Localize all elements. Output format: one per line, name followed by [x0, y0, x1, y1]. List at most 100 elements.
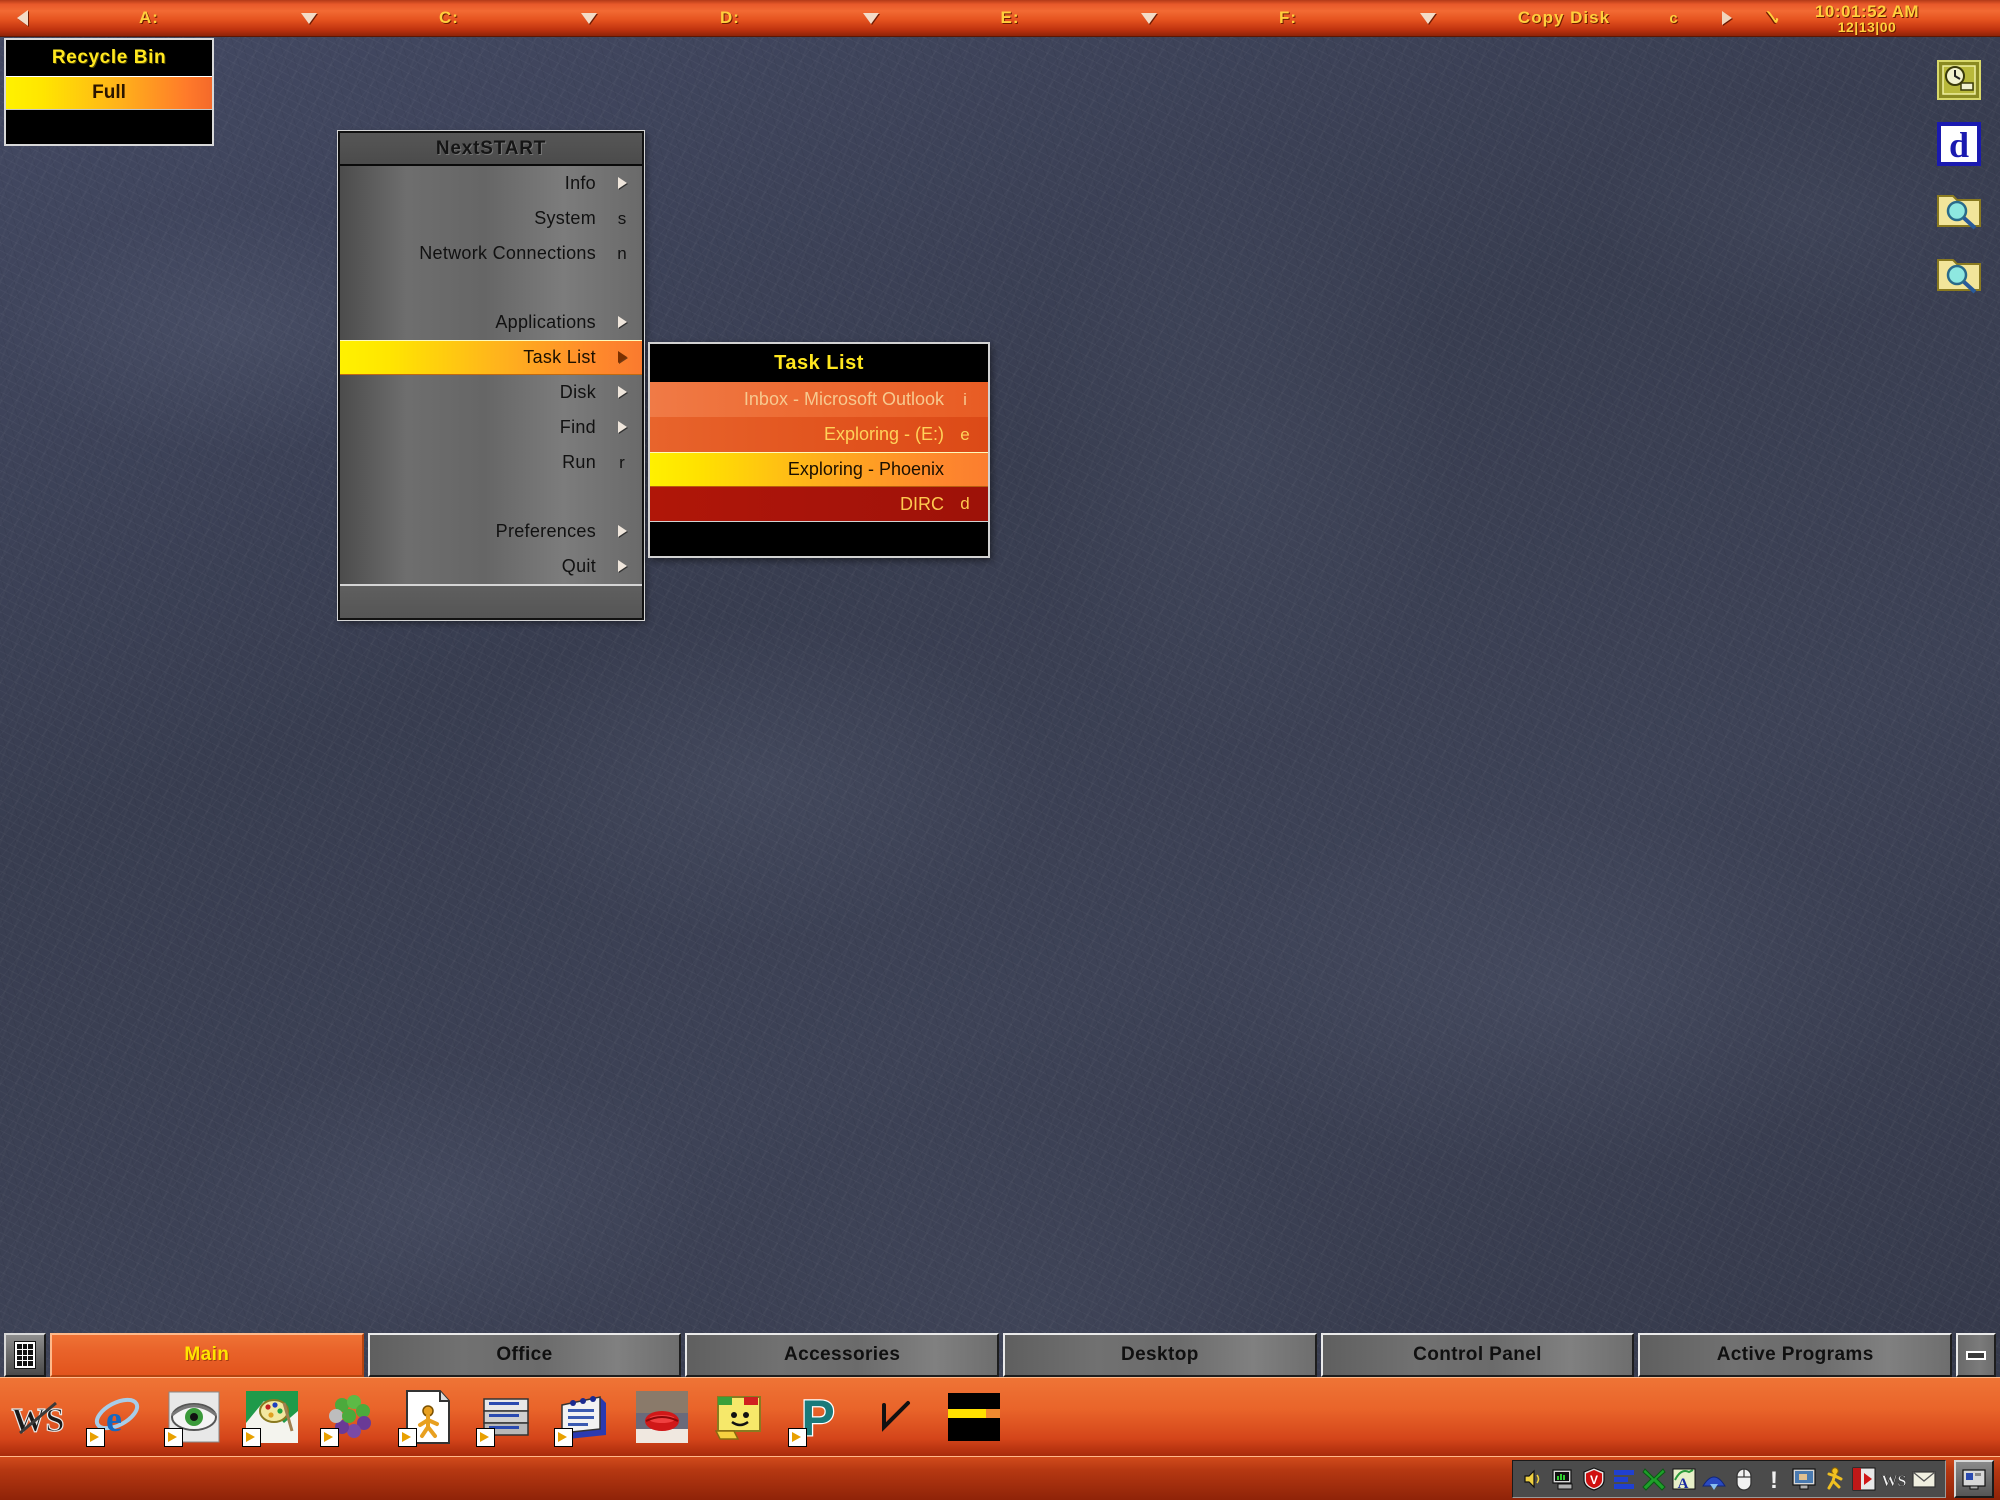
menu-item-run[interactable]: Run r: [340, 445, 642, 480]
eye-viewer-icon[interactable]: [164, 1389, 222, 1447]
display-monitor-icon[interactable]: [1791, 1466, 1817, 1492]
drive-c-menu-button[interactable]: [534, 0, 644, 36]
nextstart-menu: NextSTART Info System s Network Connecti…: [337, 130, 645, 621]
mail-envelope-icon[interactable]: [1911, 1466, 1937, 1492]
dictionary-d-icon[interactable]: d: [1935, 120, 1983, 168]
drive-f-menu-button[interactable]: [1372, 0, 1484, 36]
start-button[interactable]: [4, 1333, 46, 1377]
folder-search-icon-2[interactable]: [1935, 248, 1983, 296]
ws-text-icon[interactable]: WS: [1881, 1466, 1907, 1492]
menu-item-quit-key: [610, 557, 634, 577]
drive-a-menu-button[interactable]: [254, 0, 364, 36]
drive-e-label: E:: [1000, 8, 1020, 27]
menu-item-network-connections-key: n: [617, 243, 627, 263]
drive-f-button[interactable]: F:: [1204, 0, 1372, 36]
menu-item-disk-label: Disk: [559, 382, 596, 402]
drive-d-menu-button[interactable]: [816, 0, 926, 36]
media-play-icon[interactable]: [1851, 1466, 1877, 1492]
menu-item-network-connections-label: Network Connections: [419, 243, 596, 263]
svg-text:d: d: [1949, 125, 1969, 165]
menu-item-task-list-label: Task List: [523, 347, 596, 367]
document-person-icon[interactable]: [398, 1389, 456, 1447]
recycle-bin-widget[interactable]: Recycle Bin Full: [4, 38, 214, 146]
show-desktop-button[interactable]: [1954, 1459, 1994, 1498]
drive-e-menu-button[interactable]: [1094, 0, 1204, 36]
tab-control-panel[interactable]: Control Panel: [1320, 1333, 1635, 1377]
blue-arch-icon[interactable]: [1701, 1466, 1727, 1492]
drive-d-button[interactable]: D:: [644, 0, 816, 36]
folder-search-icon-1[interactable]: [1935, 184, 1983, 232]
submenu-arrow-icon: [617, 176, 627, 189]
menu-item-applications-label: Applications: [495, 312, 596, 332]
drive-d-label: D:: [720, 8, 740, 27]
menu-item-quit[interactable]: Quit: [340, 549, 642, 584]
task-list-item-exploring-phoenix-label: Exploring - Phoenix: [787, 459, 944, 479]
left-arrow-icon: [16, 10, 28, 26]
task-list-title: Task List: [650, 344, 988, 382]
p-letter-icon[interactable]: P: [788, 1389, 846, 1447]
menu-item-network-connections[interactable]: Network Connections n: [340, 236, 642, 271]
menu-item-find-label: Find: [559, 417, 596, 437]
winamp-ws-icon[interactable]: WS: [10, 1389, 66, 1445]
printer-stack-icon[interactable]: [476, 1389, 534, 1447]
topbar-check-button[interactable]: ✓: [1750, 0, 1794, 36]
tab-office[interactable]: Office: [367, 1333, 682, 1377]
taskbar-tab-row: Main Office Accessories Desktop Control …: [0, 1330, 2000, 1377]
shortcut-overlay-icon: [320, 1428, 339, 1447]
task-list-item-exploring-phoenix[interactable]: Exploring - Phoenix: [650, 452, 988, 487]
card-file-icon[interactable]: [554, 1389, 612, 1447]
menu-item-system-key: s: [617, 208, 627, 228]
red-lips-photo-icon[interactable]: [634, 1389, 690, 1445]
menu-item-find[interactable]: Find: [340, 410, 642, 445]
menu-item-info-label: Info: [564, 173, 596, 193]
volume-speaker-icon[interactable]: [1521, 1466, 1547, 1492]
menu-item-task-list[interactable]: Task List: [340, 340, 642, 375]
smiley-box-icon[interactable]: [712, 1389, 768, 1445]
topbar-expand-button[interactable]: [1704, 0, 1750, 36]
drive-c-label: C:: [439, 8, 459, 27]
internet-explorer-icon[interactable]: e: [86, 1389, 144, 1447]
alert-exclamation-icon[interactable]: !: [1761, 1466, 1787, 1494]
submenu-arrow-icon: [617, 385, 627, 398]
antivirus-shield-icon[interactable]: V: [1581, 1466, 1607, 1492]
shortcut-overlay-icon: [242, 1428, 261, 1447]
clock-widget[interactable]: 10:01:52 AM 12|13|00: [1794, 0, 1940, 36]
topbar-back-button[interactable]: [0, 0, 44, 36]
grapes-icon[interactable]: [320, 1389, 378, 1447]
scheduler-clock-icon[interactable]: [1935, 56, 1983, 104]
network-monitor-icon[interactable]: [1551, 1466, 1577, 1492]
drive-e-button[interactable]: E:: [926, 0, 1094, 36]
task-list-item-exploring-e-label: Exploring - (E:): [823, 424, 944, 444]
tab-desktop[interactable]: Desktop: [1003, 1333, 1317, 1377]
tab-main[interactable]: Main: [50, 1333, 364, 1377]
chevron-down-icon: [581, 12, 597, 24]
chevron-down-icon: [301, 12, 317, 24]
blue-bars-icon[interactable]: [1611, 1466, 1637, 1492]
tab-accessories[interactable]: Accessories: [685, 1333, 1000, 1377]
tab-active-programs[interactable]: Active Programs: [1638, 1333, 1953, 1377]
copy-disk-button[interactable]: Copy Disk: [1484, 0, 1644, 36]
copy-disk-label: Copy Disk: [1517, 8, 1611, 27]
recycle-bin-footer: [6, 110, 212, 144]
theme-bars-icon[interactable]: [946, 1389, 1002, 1445]
mouse-icon[interactable]: [1731, 1466, 1757, 1492]
font-a-icon[interactable]: A: [1671, 1466, 1697, 1492]
check-mark-icon[interactable]: [868, 1389, 924, 1445]
menu-item-applications[interactable]: Applications: [340, 305, 642, 340]
menu-item-preferences-label: Preferences: [495, 521, 596, 541]
task-list-item-outlook[interactable]: Inbox - Microsoft Outlook i: [650, 382, 988, 417]
nextstart-menu-title: NextSTART: [340, 133, 642, 166]
paint-program-icon[interactable]: [242, 1389, 300, 1447]
task-list-item-exploring-e[interactable]: Exploring - (E:) e: [650, 417, 988, 452]
task-list-item-dirc[interactable]: DIRC d: [650, 487, 988, 522]
menu-item-system[interactable]: System s: [340, 201, 642, 236]
green-x-icon[interactable]: [1641, 1466, 1667, 1492]
menu-item-info[interactable]: Info: [340, 166, 642, 201]
drive-a-button[interactable]: A:: [44, 0, 254, 36]
taskbar-minimize-button[interactable]: [1956, 1333, 1997, 1377]
menu-item-preferences[interactable]: Preferences: [340, 514, 642, 549]
menu-item-disk[interactable]: Disk: [340, 375, 642, 410]
drive-f-label: F:: [1278, 8, 1298, 27]
drive-c-button[interactable]: C:: [364, 0, 534, 36]
running-person-icon[interactable]: [1821, 1466, 1847, 1492]
